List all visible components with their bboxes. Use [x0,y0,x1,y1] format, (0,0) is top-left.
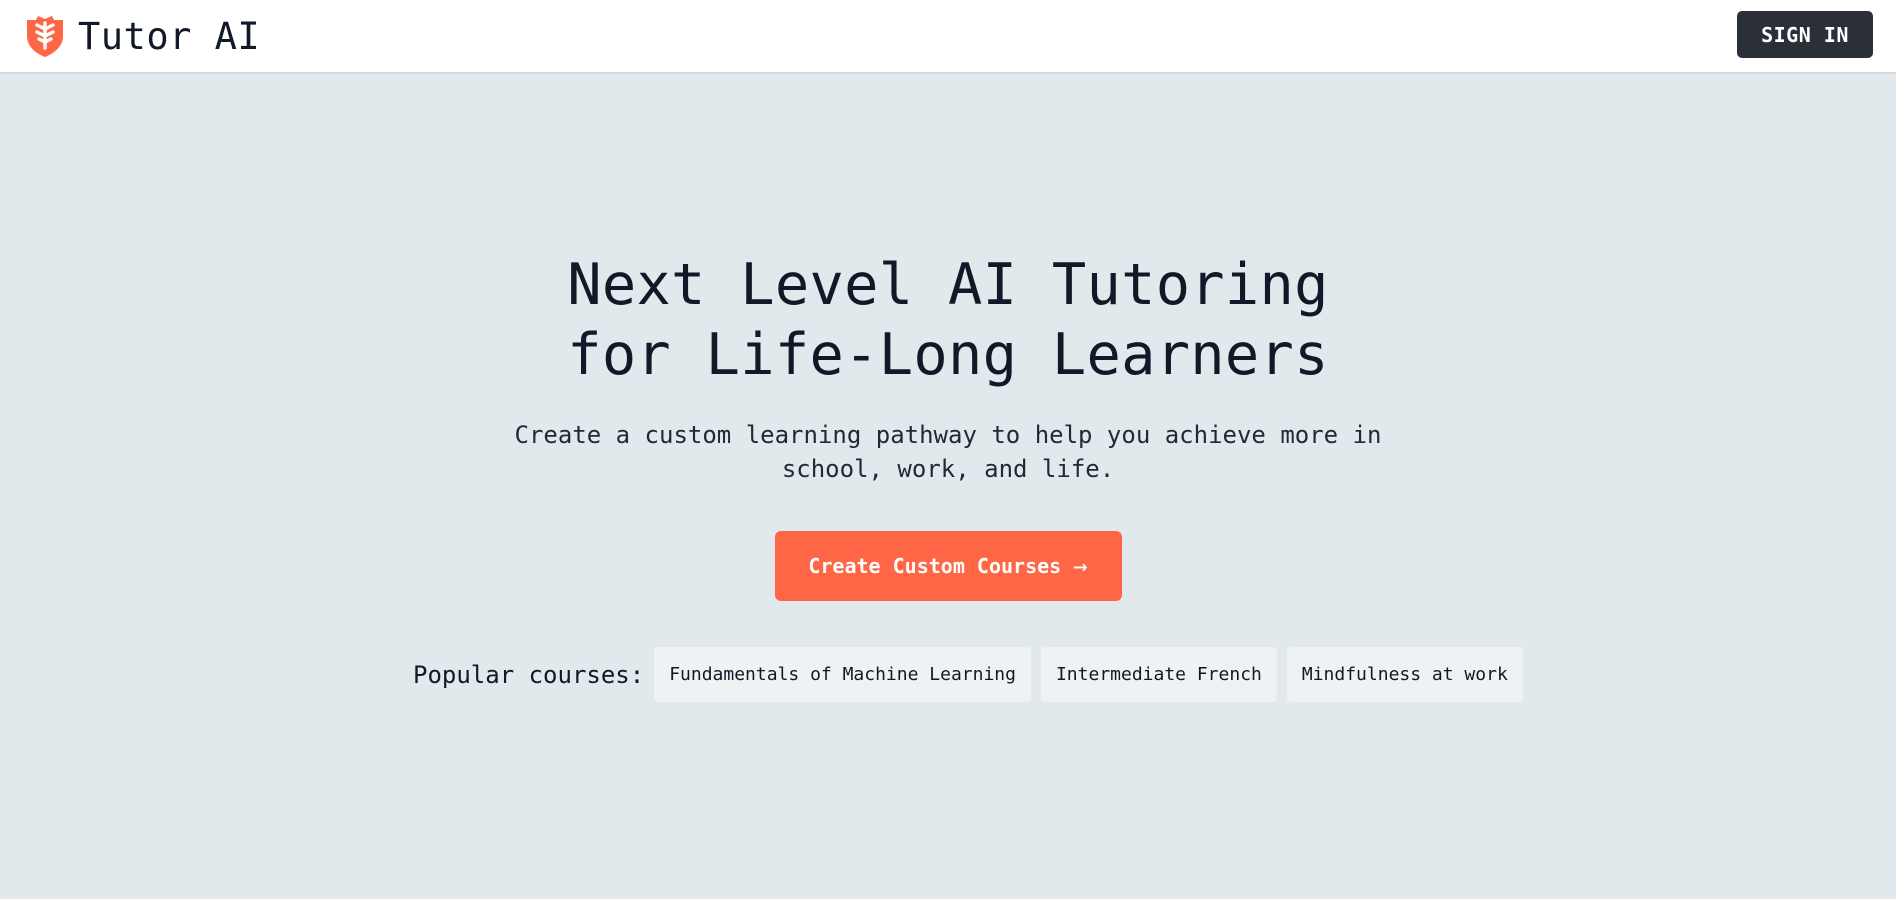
course-chip-intermediate-french[interactable]: Intermediate French [1040,647,1277,702]
hero-headline-line-1: Next Level AI Tutoring [567,252,1329,318]
brand-name: Tutor AI [78,14,261,58]
course-chip-mindfulness-at-work[interactable]: Mindfulness at work [1286,647,1523,702]
hero-section: Next Level AI Tutoring for Life-Long Lea… [0,250,1896,601]
hero-headline-line-2: for Life-Long Learners [567,322,1329,388]
hero-headline: Next Level AI Tutoring for Life-Long Lea… [0,250,1896,390]
popular-courses-label: Popular courses: [413,660,645,689]
create-custom-courses-button[interactable]: Create Custom Courses → [774,531,1122,601]
arrow-right-icon: → [1073,552,1088,580]
create-custom-courses-label: Create Custom Courses [808,554,1062,578]
hero-subtitle: Create a custom learning pathway to help… [514,421,1382,483]
brand-logo-link[interactable]: Tutor AI [22,12,260,60]
top-navigation-bar: Tutor AI SIGN IN [0,0,1896,73]
course-chip-machine-learning[interactable]: Fundamentals of Machine Learning [654,647,1031,702]
shield-tree-logo-icon [22,13,68,59]
sign-in-button[interactable]: SIGN IN [1737,11,1873,58]
popular-courses: Popular courses: Fundamentals of Machine… [413,647,1523,702]
